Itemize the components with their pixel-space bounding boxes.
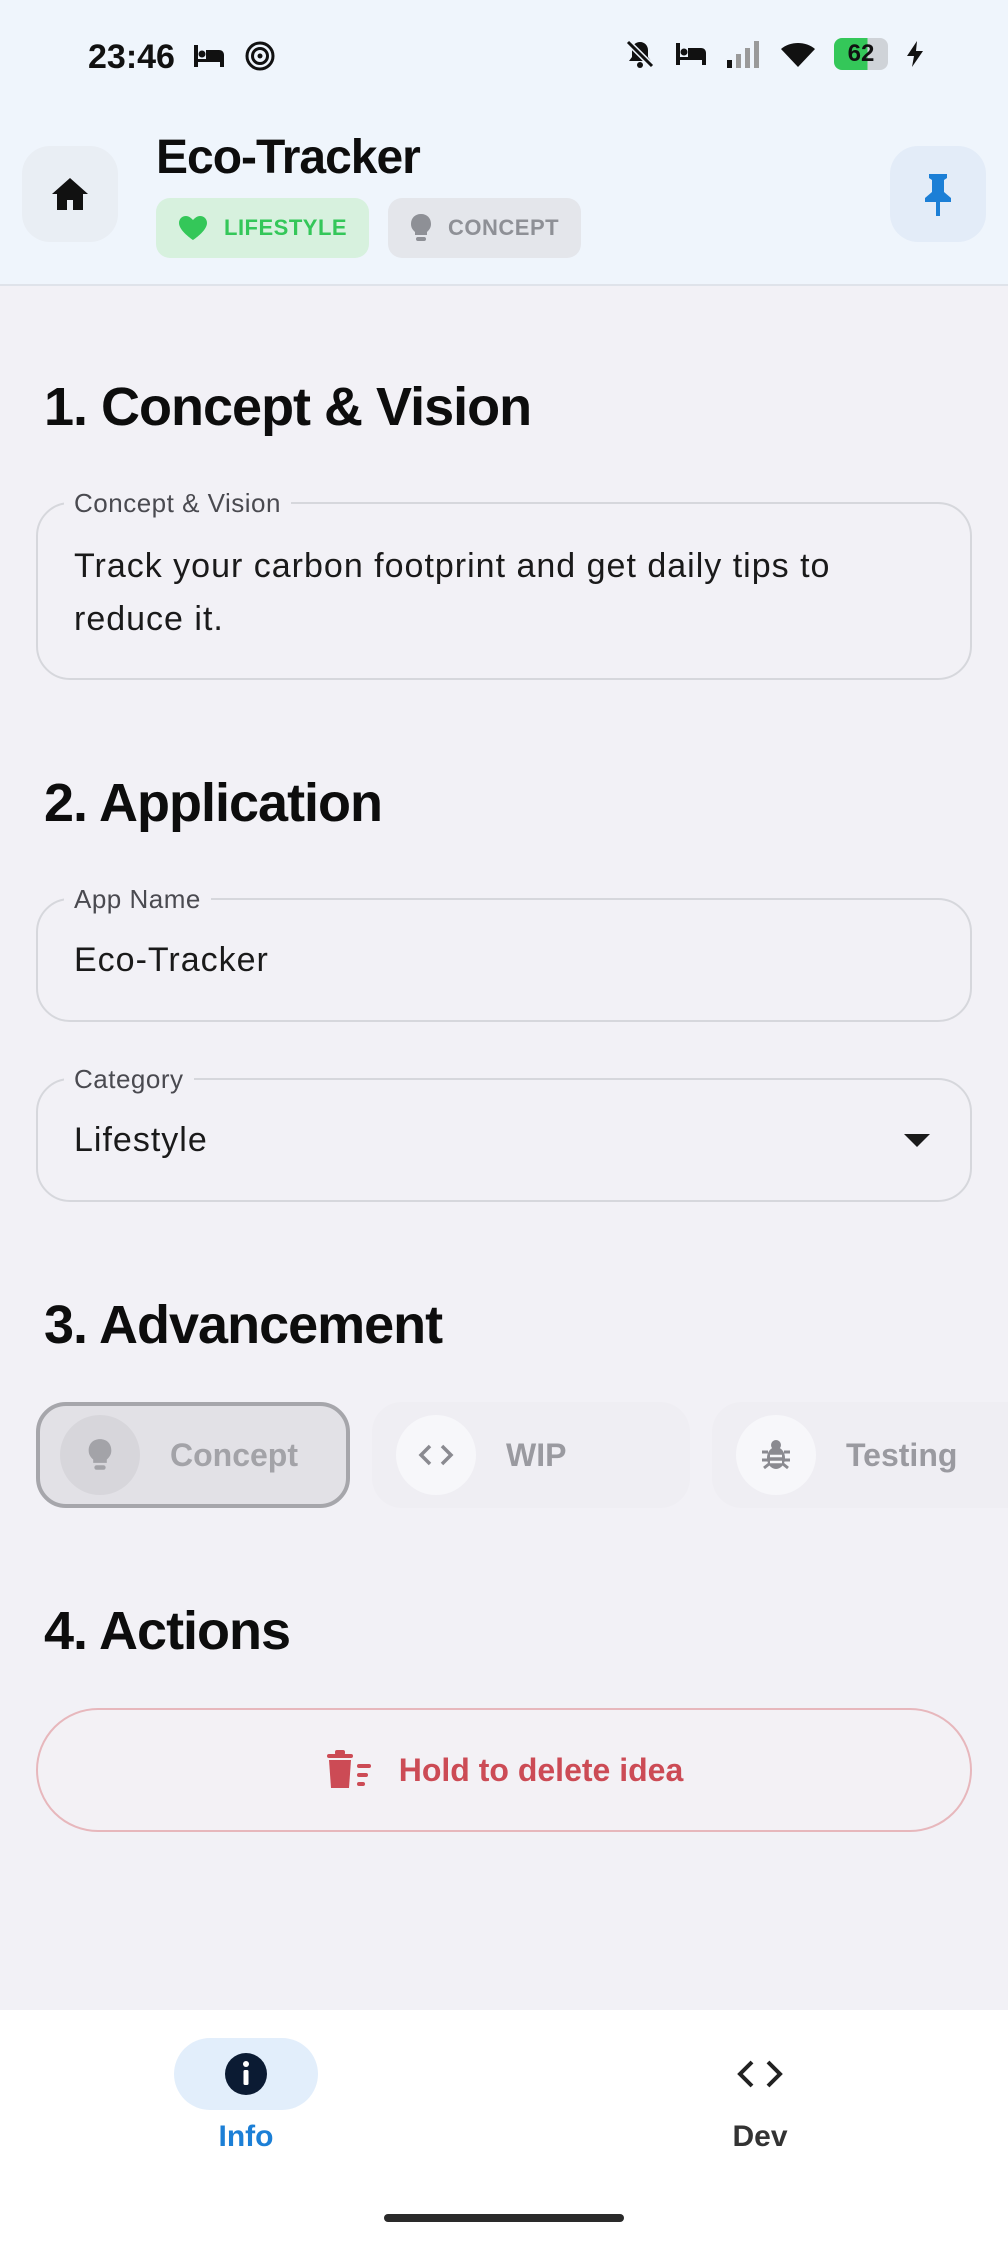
bed-icon [194, 45, 224, 67]
stage-chip: CONCEPT [388, 198, 582, 258]
stage-testing[interactable]: Testing [712, 1402, 1008, 1508]
field-label: App Name [64, 884, 211, 915]
home-button[interactable] [22, 146, 118, 242]
app-name-field[interactable]: App Name Eco-Tracker [36, 884, 972, 1022]
category-select[interactable]: Category Lifestyle [36, 1064, 972, 1202]
lightbulb-icon [88, 1439, 112, 1470]
nav-item-dev[interactable]: Dev [680, 2038, 840, 2154]
status-time: 23:46 [88, 38, 175, 76]
app-name-value: Eco-Tracker [74, 941, 269, 979]
section-title-actions: 4. Actions [44, 1601, 291, 1661]
chip-label: LIFESTYLE [224, 215, 348, 240]
pin-button[interactable] [890, 146, 986, 242]
charging-icon [907, 41, 923, 67]
bottom-navigation: Info Dev [0, 2010, 1008, 2244]
stage-label: WIP [506, 1436, 567, 1473]
info-icon [225, 2053, 267, 2095]
dropdown-arrow-icon [904, 1134, 930, 1147]
category-chip: LIFESTYLE [156, 198, 370, 258]
delete-icon [326, 1750, 371, 1788]
pin-icon [925, 174, 951, 216]
wifi-icon [781, 43, 815, 67]
code-icon [737, 2060, 783, 2088]
heart-icon [179, 216, 207, 240]
nav-label: Info [218, 2120, 274, 2153]
home-icon [52, 178, 88, 210]
chip-label: CONCEPT [448, 215, 560, 240]
field-label: Category [64, 1064, 194, 1095]
delete-label: Hold to delete idea [398, 1751, 684, 1788]
status-bar: 23:46 62 [0, 0, 1008, 115]
mute-icon [625, 39, 655, 69]
code-icon [418, 1444, 454, 1466]
bug-icon [762, 1440, 790, 1470]
stage-wip[interactable]: WIP [372, 1402, 690, 1508]
stage-concept[interactable]: Concept [36, 1402, 350, 1508]
field-label: Concept & Vision [64, 488, 291, 519]
stage-label: Testing [846, 1436, 958, 1473]
concept-vision-field[interactable]: Concept & Vision Track your carbon footp… [36, 488, 972, 680]
nav-item-info[interactable]: Info [166, 2038, 326, 2154]
section-title-advancement: 3. Advancement [44, 1295, 443, 1355]
bed-icon [676, 43, 706, 65]
page-title: Eco-Tracker [156, 131, 421, 184]
section-title-application: 2. Application [44, 773, 383, 833]
section-title-concept: 1. Concept & Vision [44, 377, 532, 437]
category-value: Lifestyle [74, 1121, 208, 1159]
signal-icon [727, 41, 759, 68]
spiral-icon [245, 41, 275, 71]
home-indicator [384, 2214, 624, 2222]
concept-vision-value: Track your carbon footprint and get dail… [74, 547, 831, 638]
delete-idea-button[interactable]: Hold to delete idea [36, 1708, 972, 1832]
nav-label: Dev [732, 2120, 788, 2153]
stage-label: Concept [170, 1436, 298, 1473]
battery-indicator: 62 [834, 38, 888, 70]
top-bar: 23:46 62 Eco-Tracker LIFESTYLE CONCEPT [0, 0, 1008, 286]
lightbulb-icon [411, 214, 431, 241]
